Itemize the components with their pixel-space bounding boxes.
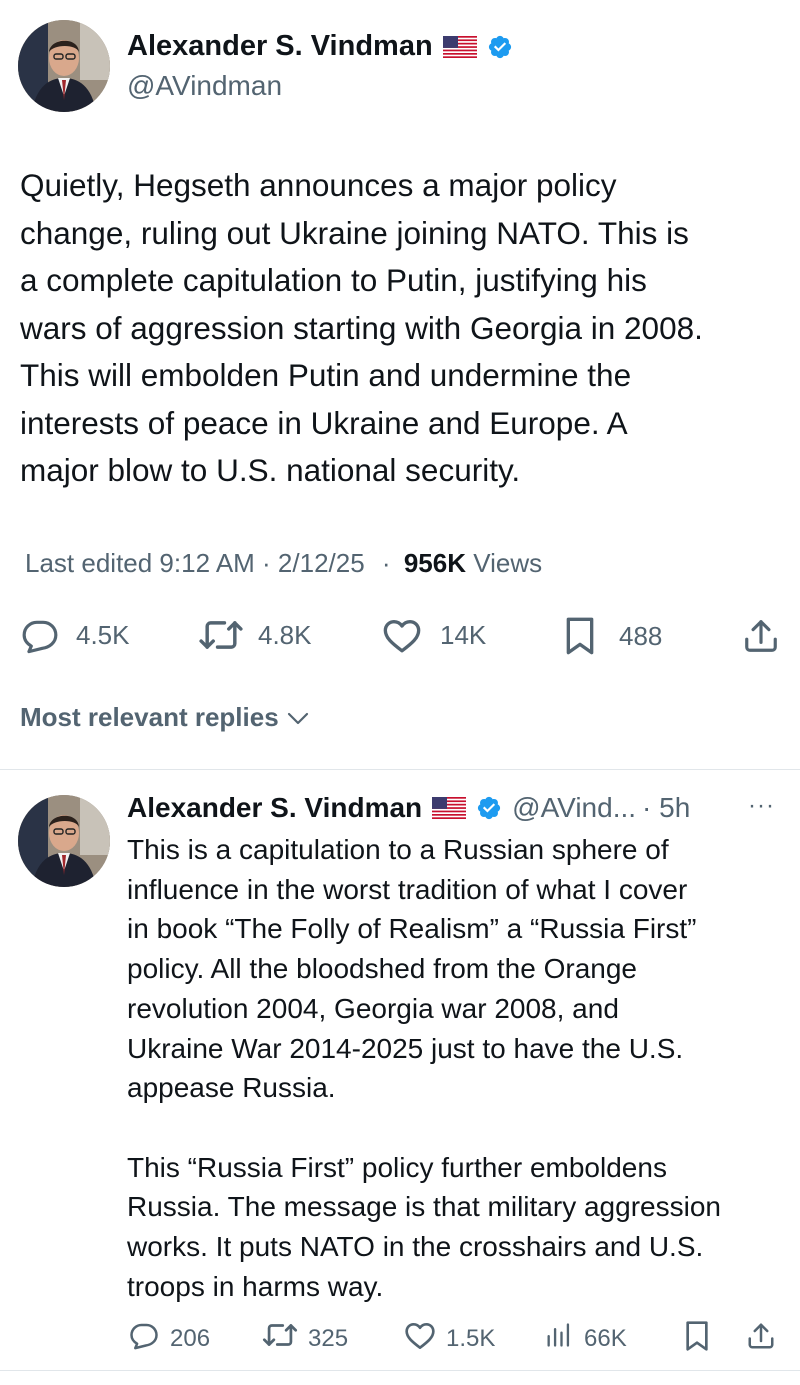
reply-like-count: 1.5K xyxy=(446,1324,496,1352)
bookmark-icon xyxy=(563,616,597,656)
bookmark-count: 488 xyxy=(619,620,663,651)
avatar[interactable] xyxy=(18,20,110,112)
reply-views-button[interactable]: 66K xyxy=(544,1320,627,1357)
reply-icon xyxy=(128,1320,160,1357)
repost-count: 4.8K xyxy=(258,619,312,650)
reply-text: This is a capitulation to a Russian sphe… xyxy=(127,834,721,1302)
author-row: Alexander S. Vindman xyxy=(127,30,513,63)
author-handle[interactable]: @AVindman xyxy=(127,70,282,102)
reply-icon xyxy=(20,616,60,654)
replies-sort-label: Most relevant replies xyxy=(20,702,279,732)
reply-repost-button[interactable]: 325 xyxy=(262,1320,348,1357)
like-count: 14K xyxy=(440,619,487,650)
verified-badge-icon[interactable] xyxy=(487,34,513,60)
author-name[interactable]: Alexander S. Vindman xyxy=(127,30,433,63)
like-icon xyxy=(404,1320,436,1357)
tweet-text: Quietly, Hegseth announces a major polic… xyxy=(20,167,703,488)
like-icon xyxy=(382,616,422,654)
like-button[interactable]: 14K xyxy=(382,616,486,654)
tweet-meta: Last edited 9:12 AM · 2/12/25 · 956K Vie… xyxy=(25,548,542,579)
repost-icon xyxy=(262,1320,298,1357)
flag-us-icon xyxy=(442,35,477,58)
reply-repost-count: 325 xyxy=(308,1324,349,1352)
bookmark-button[interactable]: 488 xyxy=(563,616,662,656)
more-icon[interactable]: ··· xyxy=(748,792,775,820)
most-relevant-replies-toggle[interactable]: Most relevant replies xyxy=(20,702,309,733)
bottom-divider xyxy=(0,1370,800,1371)
reply-count: 4.5K xyxy=(76,619,130,650)
reply-reply-count: 206 xyxy=(170,1324,211,1352)
reply-avatar[interactable] xyxy=(18,795,110,887)
share-icon xyxy=(746,1320,776,1359)
reply-bookmark-button[interactable] xyxy=(683,1320,711,1359)
views-label: Views xyxy=(473,548,543,578)
repost-icon xyxy=(198,616,244,654)
reply-handle[interactable]: @AVind... xyxy=(512,792,636,824)
chevron-down-icon xyxy=(287,702,309,733)
views-icon xyxy=(544,1320,572,1357)
reply-button[interactable]: 4.5K xyxy=(20,616,130,654)
reply-author-name[interactable]: Alexander S. Vindman xyxy=(127,792,422,824)
repost-button[interactable]: 4.8K xyxy=(198,616,312,654)
flag-us-icon xyxy=(432,797,467,819)
verified-badge-icon[interactable] xyxy=(476,795,502,821)
share-icon xyxy=(742,616,780,656)
edited-timestamp[interactable]: Last edited 9:12 AM · 2/12/25 xyxy=(25,548,365,578)
reply-reply-button[interactable]: 206 xyxy=(128,1320,210,1357)
reply-avatar-image xyxy=(18,795,110,887)
share-button[interactable] xyxy=(742,616,780,656)
bookmark-icon xyxy=(683,1320,711,1359)
section-divider xyxy=(0,769,800,770)
views-count: 956K xyxy=(403,548,466,578)
avatar-image xyxy=(18,20,110,112)
reply-like-button[interactable]: 1.5K xyxy=(404,1320,495,1357)
reply-time[interactable]: · 5h xyxy=(642,792,690,824)
reply-views-count: 66K xyxy=(584,1324,627,1352)
reply-share-button[interactable] xyxy=(746,1320,776,1359)
meta-separator: · xyxy=(381,548,391,578)
reply-author-row: Alexander S. Vindman @AVind... · 5h xyxy=(127,792,690,824)
